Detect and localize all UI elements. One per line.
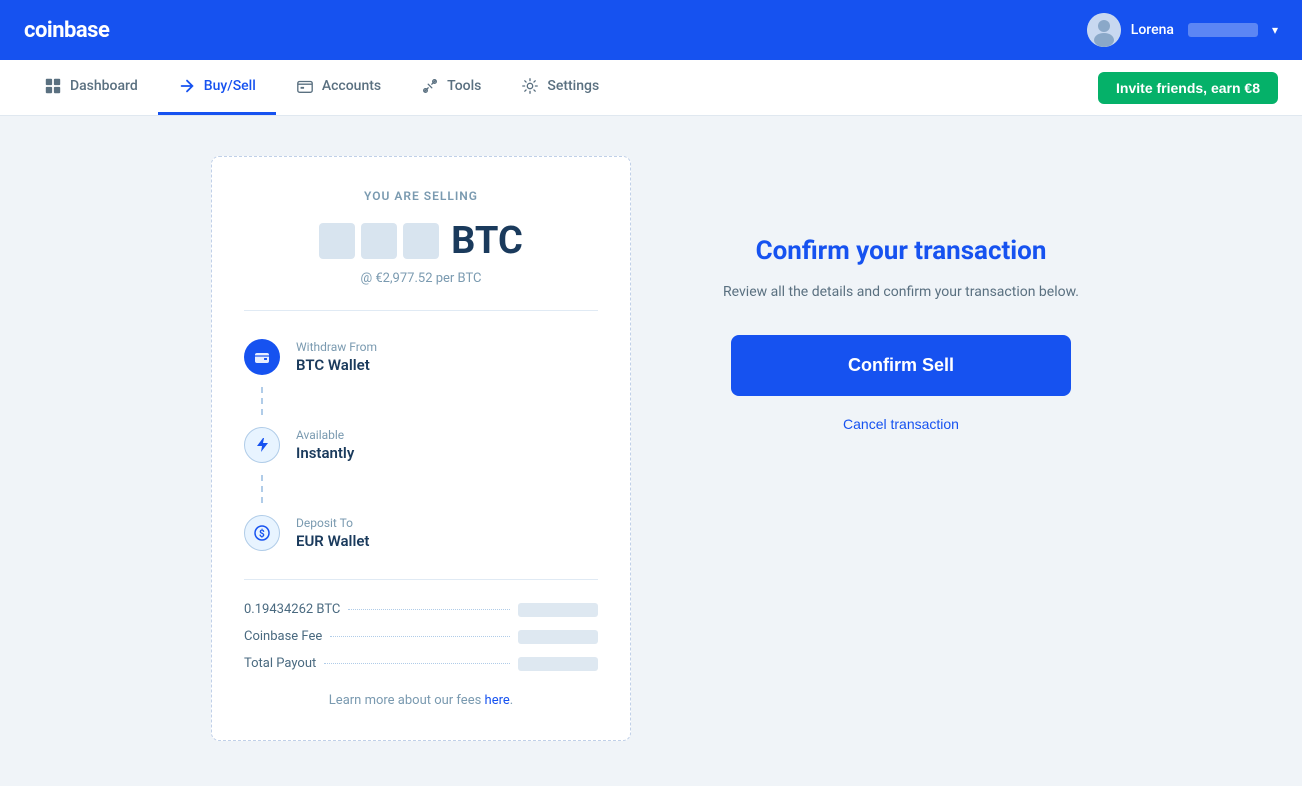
- cancel-transaction-button[interactable]: Cancel transaction: [843, 416, 959, 432]
- accounts-icon: [296, 77, 314, 95]
- invite-button[interactable]: Invite friends, earn €8: [1098, 72, 1278, 104]
- header-right: Lorena ▾: [1087, 13, 1278, 47]
- withdraw-label: Withdraw From: [296, 340, 377, 354]
- dashed-connector-1: [261, 387, 263, 415]
- withdraw-value: BTC Wallet: [296, 356, 377, 374]
- fee-dots-1: [348, 609, 510, 610]
- user-name: Lorena: [1131, 22, 1174, 38]
- btc-amount-value-blur: [518, 603, 598, 617]
- nav: Dashboard Buy/Sell Accounts Tools: [0, 60, 1302, 116]
- blur-block-1: [319, 223, 355, 259]
- btc-amount-row: 0.19434262 BTC: [244, 596, 598, 623]
- header: coinbase Lorena ▾: [0, 0, 1302, 60]
- avatar: [1087, 13, 1121, 47]
- deposit-text: Deposit To EUR Wallet: [296, 516, 369, 550]
- tools-icon: [421, 77, 439, 95]
- nav-item-buy-sell[interactable]: Buy/Sell: [158, 60, 276, 115]
- withdraw-text: Withdraw From BTC Wallet: [296, 340, 377, 374]
- nav-item-settings[interactable]: Settings: [501, 60, 619, 115]
- available-value: Instantly: [296, 444, 354, 462]
- total-payout-row: Total Payout: [244, 650, 598, 677]
- fee-dots-3: [324, 663, 510, 664]
- deposit-value: EUR Wallet: [296, 532, 369, 550]
- buy-sell-icon: [178, 77, 196, 95]
- learn-more-text: Learn more about our fees: [329, 693, 485, 708]
- fee-dots-2: [330, 636, 510, 637]
- svg-text:$: $: [259, 527, 265, 540]
- logo: coinbase: [24, 18, 109, 43]
- coinbase-fee-label: Coinbase Fee: [244, 629, 322, 644]
- lightning-icon: [244, 427, 280, 463]
- main-content: YOU ARE SELLING BTC @ €2,977.52 per BTC: [0, 116, 1302, 781]
- learn-more: Learn more about our fees here.: [244, 693, 598, 708]
- blur-block-3: [403, 223, 439, 259]
- confirm-panel: Confirm your transaction Review all the …: [711, 156, 1091, 432]
- available-row: Available Instantly: [244, 415, 598, 475]
- divider-top: [244, 310, 598, 311]
- dollar-icon: $: [244, 515, 280, 551]
- deposit-label: Deposit To: [296, 516, 369, 530]
- nav-item-dashboard[interactable]: Dashboard: [24, 60, 158, 115]
- you-are-selling-label: YOU ARE SELLING: [244, 189, 598, 203]
- blur-block-2: [361, 223, 397, 259]
- accounts-label: Accounts: [322, 78, 381, 94]
- learn-more-link[interactable]: here: [485, 693, 510, 708]
- coinbase-fee-row: Coinbase Fee: [244, 623, 598, 650]
- divider-bottom: [244, 579, 598, 580]
- btc-amount-label: 0.19434262 BTC: [244, 602, 340, 617]
- settings-label: Settings: [547, 78, 599, 94]
- deposit-row: $ Deposit To EUR Wallet: [244, 503, 598, 563]
- buy-sell-label: Buy/Sell: [204, 78, 256, 94]
- user-name-blur: [1188, 23, 1258, 37]
- wallet-icon: [244, 339, 280, 375]
- confirm-description: Review all the details and confirm your …: [723, 282, 1079, 303]
- total-payout-label: Total Payout: [244, 656, 316, 671]
- amount-blur: [319, 223, 439, 259]
- tools-label: Tools: [447, 78, 481, 94]
- nav-item-accounts[interactable]: Accounts: [276, 60, 401, 115]
- available-label: Available: [296, 428, 354, 442]
- total-payout-value-blur: [518, 657, 598, 671]
- settings-icon: [521, 77, 539, 95]
- available-text: Available Instantly: [296, 428, 354, 462]
- coinbase-fee-value-blur: [518, 630, 598, 644]
- confirm-title: Confirm your transaction: [756, 236, 1047, 266]
- chevron-down-icon[interactable]: ▾: [1272, 23, 1278, 37]
- transaction-card: YOU ARE SELLING BTC @ €2,977.52 per BTC: [211, 156, 631, 741]
- confirm-sell-button[interactable]: Confirm Sell: [731, 335, 1071, 396]
- per-price: @ €2,977.52 per BTC: [244, 271, 598, 286]
- nav-item-tools[interactable]: Tools: [401, 60, 501, 115]
- dashboard-icon: [44, 77, 62, 95]
- withdraw-row: Withdraw From BTC Wallet: [244, 327, 598, 387]
- amount-row: BTC: [244, 219, 598, 263]
- dashed-connector-2: [261, 475, 263, 503]
- dashboard-label: Dashboard: [70, 78, 138, 94]
- currency-symbol: BTC: [451, 219, 523, 263]
- nav-items: Dashboard Buy/Sell Accounts Tools: [24, 60, 619, 115]
